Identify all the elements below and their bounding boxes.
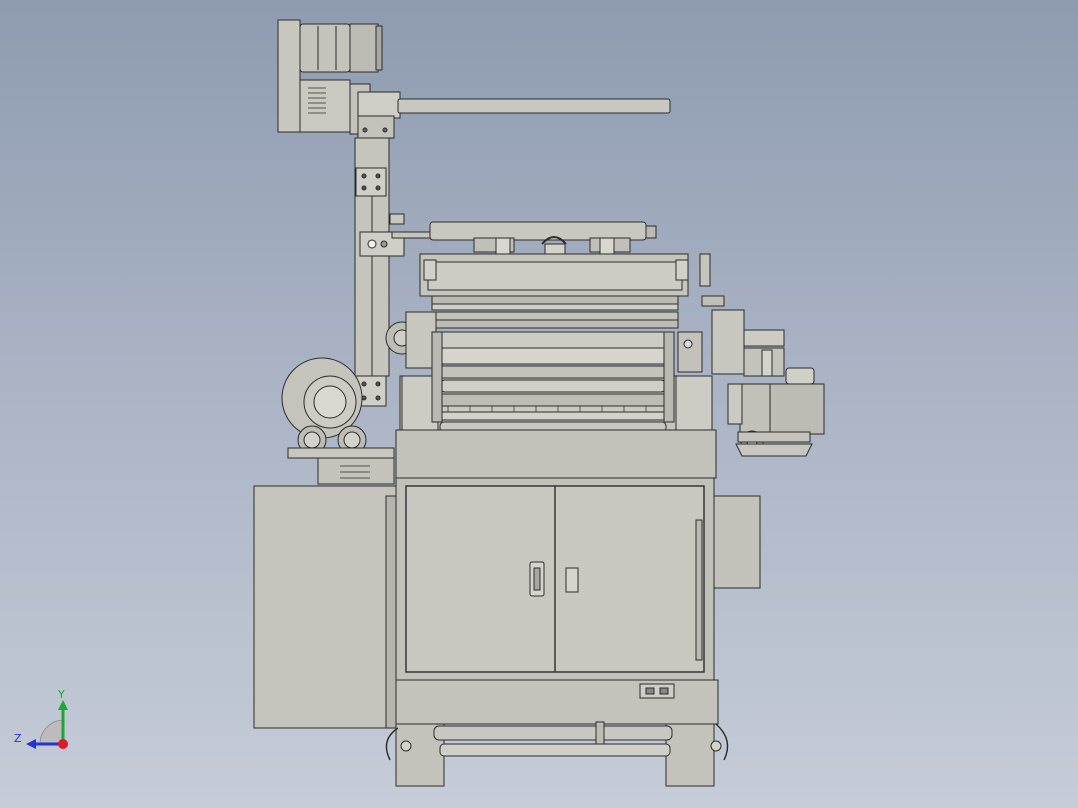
- coordinate-triad: Y Z: [14, 688, 68, 749]
- cad-viewport[interactable]: Y Z: [0, 0, 1078, 808]
- right-door-lock: [565, 567, 579, 593]
- vertical-column: [354, 137, 405, 407]
- right-side-unit: [711, 309, 825, 457]
- left-handwheel: [385, 311, 437, 369]
- upper-rail-set: [431, 295, 679, 329]
- left-control-panel: [253, 485, 397, 729]
- y-axis-label: Y: [57, 688, 65, 701]
- base-cabinet: [395, 477, 715, 681]
- base-frame: [385, 679, 729, 787]
- right-electrical-box: [711, 495, 761, 589]
- machine-drawing: Y Z: [14, 19, 825, 787]
- z-axis-label: Z: [14, 732, 22, 745]
- horizontal-arm-rod: [397, 98, 671, 114]
- main-frame: [395, 429, 717, 479]
- x-axis-dot: [58, 739, 68, 749]
- drive-motor: [277, 19, 401, 139]
- top-roller-assembly: [391, 221, 657, 257]
